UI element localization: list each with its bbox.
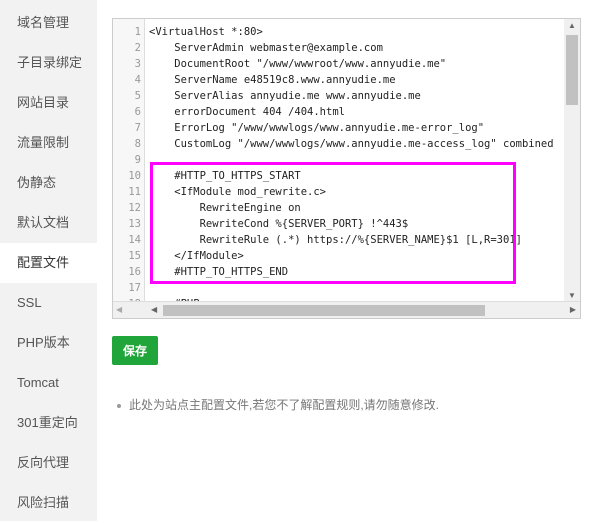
line-number: 6 <box>134 106 141 118</box>
code-text: ServerAlias annyudie.me www.annyudie.me <box>149 90 421 102</box>
sidebar-item[interactable]: PHP版本 <box>0 323 97 363</box>
scroll-right-icon[interactable]: ▶ <box>570 305 576 314</box>
sidebar-item[interactable]: SSL <box>0 283 97 323</box>
line-number: 12 <box>128 202 141 214</box>
line-number: 7 <box>134 122 141 134</box>
sidebar-item[interactable]: 风险扫描 <box>0 483 97 523</box>
sidebar-item[interactable]: 301重定向 <box>0 403 97 443</box>
code-line: 6 errorDocument 404 /404.html <box>113 104 580 120</box>
code-line: 9 <box>113 152 580 168</box>
config-editor[interactable]: 1 <VirtualHost *:80> 2 ServerAdmin webmast… <box>112 18 581 319</box>
save-button[interactable]: 保存 <box>112 336 158 365</box>
code-text: DocumentRoot "/www/wwwroot/www.annyudie.… <box>149 58 447 70</box>
sidebar-item[interactable]: 网站目录 <box>0 83 97 123</box>
code-line: 16 #HTTP_TO_HTTPS_END <box>113 264 580 280</box>
code-text: #HTTP_TO_HTTPS_START <box>149 170 301 182</box>
sidebar-item[interactable]: 默认文档 <box>0 203 97 243</box>
line-number: 14 <box>128 234 141 246</box>
code-text: #HTTP_TO_HTTPS_END <box>149 266 289 278</box>
code-line: 13 RewriteCond %{SERVER_PORT} !^443$ <box>113 216 580 232</box>
line-number: 11 <box>128 186 141 198</box>
scroll-up-icon[interactable]: ▲ <box>568 21 576 30</box>
sidebar-item[interactable]: 伪静态 <box>0 163 97 203</box>
code-line: 2 ServerAdmin webmaster@example.com <box>113 40 580 56</box>
code-line: 5 ServerAlias annyudie.me www.annyudie.m… <box>113 88 580 104</box>
vertical-scrollbar[interactable]: ▲ ▼ <box>564 19 580 302</box>
code-text: <IfModule mod_rewrite.c> <box>149 186 327 198</box>
code-text: RewriteCond %{SERVER_PORT} !^443$ <box>149 218 409 230</box>
line-number: 1 <box>134 26 141 38</box>
code-line: 1 <VirtualHost *:80> <box>113 24 580 40</box>
code-text: ErrorLog "/www/wwwlogs/www.annyudie.me-e… <box>149 122 485 134</box>
line-number: 10 <box>128 170 141 182</box>
code-line: 14 RewriteRule (.*) https://%{SERVER_NAM… <box>113 232 580 248</box>
vertical-scroll-thumb[interactable] <box>566 35 578 105</box>
code-line: 10 #HTTP_TO_HTTPS_START <box>113 168 580 184</box>
scroll-left-icon[interactable]: ◀ <box>116 305 122 314</box>
code-text: RewriteEngine on <box>149 202 301 214</box>
line-number: 17 <box>128 282 141 294</box>
line-number: 13 <box>128 218 141 230</box>
line-number: 2 <box>134 42 141 54</box>
sidebar-item[interactable]: Tomcat <box>0 363 97 403</box>
scroll-left-icon[interactable]: ◀ <box>151 305 157 314</box>
sidebar-item[interactable]: 域名管理 <box>0 3 97 43</box>
code-text: ServerName e48519c8.www.annyudie.me <box>149 74 396 86</box>
line-number: 15 <box>128 250 141 262</box>
code-line: 15 </IfModule> <box>113 248 580 264</box>
note-text: 此处为站点主配置文件,若您不了解配置规则,请勿随意修改. <box>129 398 440 412</box>
line-number: 9 <box>134 154 141 166</box>
scroll-down-icon[interactable]: ▼ <box>568 291 576 300</box>
code-line: 12 RewriteEngine on <box>113 200 580 216</box>
config-note: 此处为站点主配置文件,若您不了解配置规则,请勿随意修改. <box>117 396 439 413</box>
code-line: 17 <box>113 280 580 296</box>
bullet-icon <box>117 403 121 408</box>
sidebar-item[interactable]: 配置文件 <box>0 243 97 283</box>
line-number: 16 <box>128 266 141 278</box>
code-text: RewriteRule (.*) https://%{SERVER_NAME}$… <box>149 234 522 246</box>
horizontal-scrollbar[interactable]: ◀ ◀ ▶ <box>113 301 580 318</box>
code-line: 4 ServerName e48519c8.www.annyudie.me <box>113 72 580 88</box>
line-number: 8 <box>134 138 141 150</box>
sidebar-item[interactable]: 反向代理 <box>0 443 97 483</box>
code-text: CustomLog "/www/wwwlogs/www.annyudie.me-… <box>149 138 554 150</box>
horizontal-scroll-thumb[interactable] <box>163 305 485 316</box>
line-number: 4 <box>134 74 141 86</box>
sidebar: 域名管理 子目录绑定 网站目录 流量限制 伪静态 默认文档 配置文件 SSL PHP版本 Tomc… <box>0 0 97 521</box>
line-number: 5 <box>134 90 141 102</box>
line-number: 3 <box>134 58 141 70</box>
code-line: 3 DocumentRoot "/www/wwwroot/www.annyudi… <box>113 56 580 72</box>
code-line: 7 ErrorLog "/www/wwwlogs/www.annyudie.me… <box>113 120 580 136</box>
code-text: <VirtualHost *:80> <box>149 26 263 38</box>
code-text: </IfModule> <box>149 250 244 262</box>
sidebar-item[interactable]: 子目录绑定 <box>0 43 97 83</box>
code-line: 11 <IfModule mod_rewrite.c> <box>113 184 580 200</box>
sidebar-item[interactable]: 流量限制 <box>0 123 97 163</box>
code-text: ServerAdmin webmaster@example.com <box>149 42 383 54</box>
code-line: 8 CustomLog "/www/wwwlogs/www.annyudie.m… <box>113 136 580 152</box>
code-text: errorDocument 404 /404.html <box>149 106 345 118</box>
